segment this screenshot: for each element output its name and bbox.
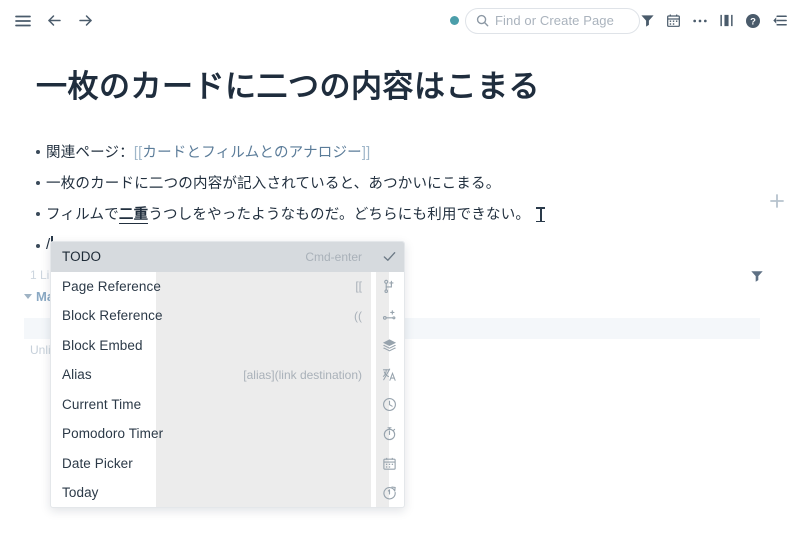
calendar-icon[interactable] <box>666 13 681 28</box>
menu-item-label: TODO <box>62 249 102 265</box>
menu-item-current-time[interactable]: Current Time <box>51 390 404 420</box>
help-icon[interactable]: ? <box>745 13 761 29</box>
chevron-down-icon[interactable] <box>24 294 32 299</box>
block-item[interactable]: 一枚のカードに二つの内容が記入されていると、あつかいにこまる。 <box>30 169 730 200</box>
bullet-icon <box>30 204 46 217</box>
block-item[interactable]: フィルムで二重うつしをやったようなものだ。どちらにも利用できない。 <box>30 200 730 231</box>
menu-item-label: Block Reference <box>62 308 163 324</box>
app-window: Find or Create Page ? 一枚のカードに二つの内容はこまる 関… <box>0 0 800 543</box>
ellipsis-icon[interactable] <box>692 13 708 28</box>
search-placeholder: Find or Create Page <box>495 13 614 28</box>
menu-item-label: Date Picker <box>62 455 133 471</box>
svg-text:?: ? <box>750 16 756 27</box>
filter-icon[interactable] <box>750 269 764 288</box>
clock-icon <box>374 397 404 412</box>
menu-item-date-picker[interactable]: Date Picker <box>51 449 404 479</box>
plus-icon[interactable] <box>768 192 786 210</box>
top-toolbar: Find or Create Page ? <box>0 0 800 41</box>
search-icon <box>476 14 489 27</box>
status-dot <box>450 16 459 25</box>
search-input[interactable]: Find or Create Page <box>465 7 640 34</box>
today-icon <box>374 485 404 500</box>
block-text-post: うつしをやったようなものだ。どちらにも利用できない。 <box>148 207 531 224</box>
page-ref-icon <box>374 279 404 294</box>
menu-item-block-reference[interactable]: Block Reference (( <box>51 301 404 331</box>
menu-item-alias[interactable]: Alias [alias](link destination) <box>51 360 404 390</box>
filter-icon[interactable] <box>640 13 655 28</box>
page-reference-text: カードとフィルムとのアナロジー <box>142 145 362 161</box>
hamburger-menu-icon[interactable] <box>14 12 32 30</box>
alias-icon <box>374 367 404 382</box>
menu-item-pomodoro-timer[interactable]: Pomodoro Timer <box>51 419 404 449</box>
layers-icon <box>374 338 404 353</box>
page-reference-link[interactable]: [[カードとフィルムとのアナロジー]] <box>134 145 370 161</box>
bracket-close: ]] <box>361 145 371 161</box>
menu-item-hint: (( <box>354 308 362 323</box>
bullet-icon <box>30 142 46 154</box>
menu-item-hint: [alias](link destination) <box>243 367 362 382</box>
sidebar-split-icon[interactable] <box>719 13 734 28</box>
block-text: 一枚のカードに二つの内容が記入されていると、あつかいにこまる。 <box>46 176 501 193</box>
menu-item-page-reference[interactable]: Page Reference [[ <box>51 272 404 302</box>
block-text-prefix: 関連ページ： <box>46 145 134 161</box>
block-ref-icon <box>374 308 404 323</box>
block-item[interactable]: 関連ページ：[[カードとフィルムとのアナロジー]] <box>30 138 730 169</box>
bullet-icon <box>30 173 46 186</box>
text-cursor-icon <box>536 207 546 223</box>
menu-item-label: Current Time <box>62 396 142 412</box>
menu-item-hint: Cmd-enter <box>305 249 362 264</box>
block-text-emphasis: 二重 <box>118 207 149 225</box>
menu-item-label: Block Embed <box>62 337 143 353</box>
check-icon <box>374 249 404 264</box>
page-title[interactable]: 一枚のカードに二つの内容はこまる <box>36 68 540 107</box>
arrow-right-icon[interactable] <box>77 12 94 29</box>
stopwatch-icon <box>374 426 404 441</box>
menu-item-hint: [[ <box>355 279 362 294</box>
menu-item-label: Page Reference <box>62 278 161 294</box>
menu-item-todo[interactable]: TODO Cmd-enter <box>51 242 404 272</box>
right-sidebar-icon[interactable] <box>772 13 788 28</box>
arrow-left-icon[interactable] <box>46 12 63 29</box>
menu-item-today[interactable]: Today <box>51 478 404 507</box>
bullet-icon <box>30 236 46 248</box>
menu-item-label: Pomodoro Timer <box>62 426 164 442</box>
menu-item-label: Today <box>62 485 99 501</box>
slash-command-menu[interactable]: TODO Cmd-enter Page Reference [[Block R… <box>50 241 405 508</box>
block-list: 関連ページ：[[カードとフィルムとのアナロジー]] 一枚のカードに二つの内容が記… <box>30 138 730 257</box>
menu-item-label: Alias <box>62 367 92 383</box>
calendar-icon <box>374 456 404 471</box>
block-text-pre: フィルムで <box>46 207 119 224</box>
menu-item-block-embed[interactable]: Block Embed <box>51 331 404 361</box>
